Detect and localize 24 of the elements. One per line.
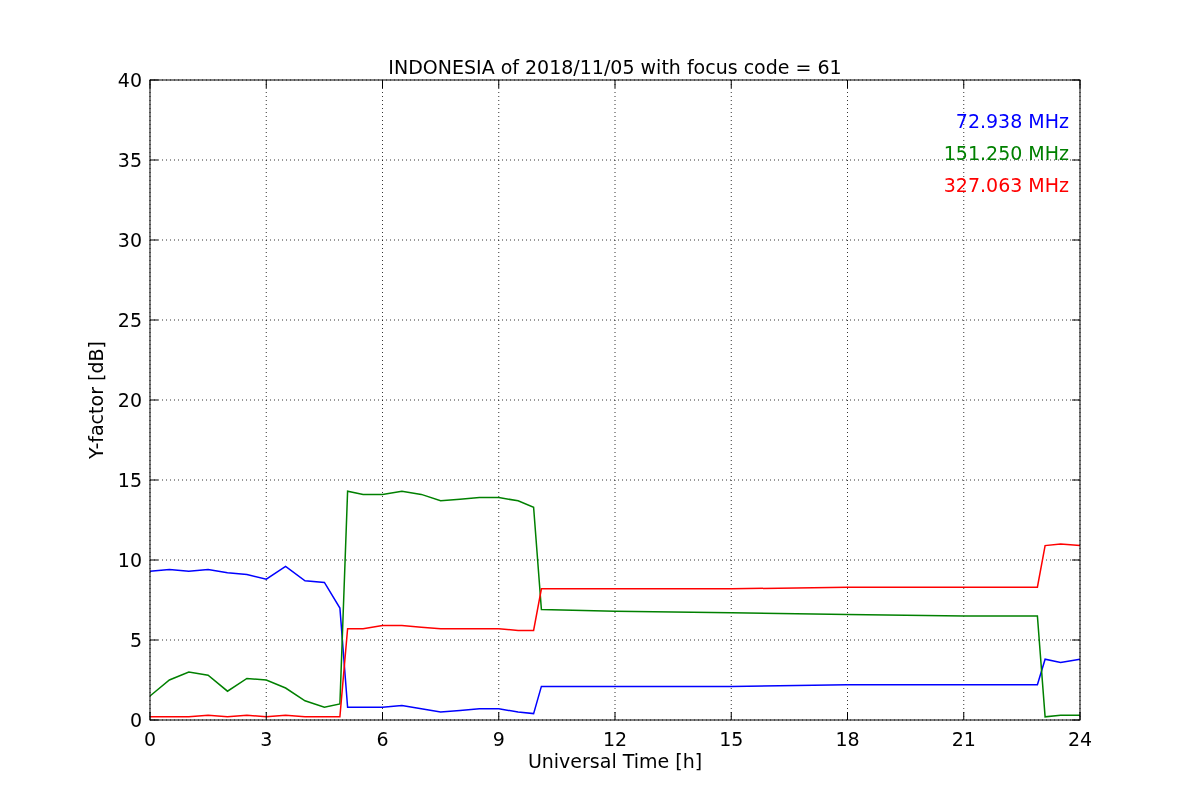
tick-label: 6: [376, 728, 389, 750]
tick-label: 5: [129, 629, 142, 651]
tick-label: 0: [143, 728, 157, 750]
legend-label: 151.250 MHz: [943, 142, 1069, 164]
tick-label: 24: [1067, 728, 1093, 750]
chart-title: INDONESIA of 2018/11/05 with focus code = 61: [388, 56, 842, 78]
tick-label: 0: [129, 709, 142, 731]
tick-label: 12: [602, 728, 628, 750]
tick-label: 18: [835, 728, 860, 750]
x-axis-label: Universal Time [h]: [527, 750, 703, 772]
tick-label: 25: [117, 309, 142, 331]
tick-label: 15: [719, 728, 744, 750]
tick-label: 15: [117, 469, 142, 491]
tick-label: 3: [260, 728, 273, 750]
tick-label: 21: [951, 728, 976, 750]
y-axis-label: Y-factor [dB]: [85, 341, 107, 459]
legend-label: 72.938 MHz: [955, 110, 1069, 132]
tick-label: 35: [117, 149, 142, 171]
legend-label: 327.063 MHz: [943, 174, 1069, 196]
tick-label: 10: [117, 549, 142, 571]
tick-label: 40: [117, 69, 142, 91]
tick-label: 20: [117, 389, 142, 411]
tick-label: 30: [117, 229, 142, 251]
tick-label: 9: [492, 728, 505, 750]
